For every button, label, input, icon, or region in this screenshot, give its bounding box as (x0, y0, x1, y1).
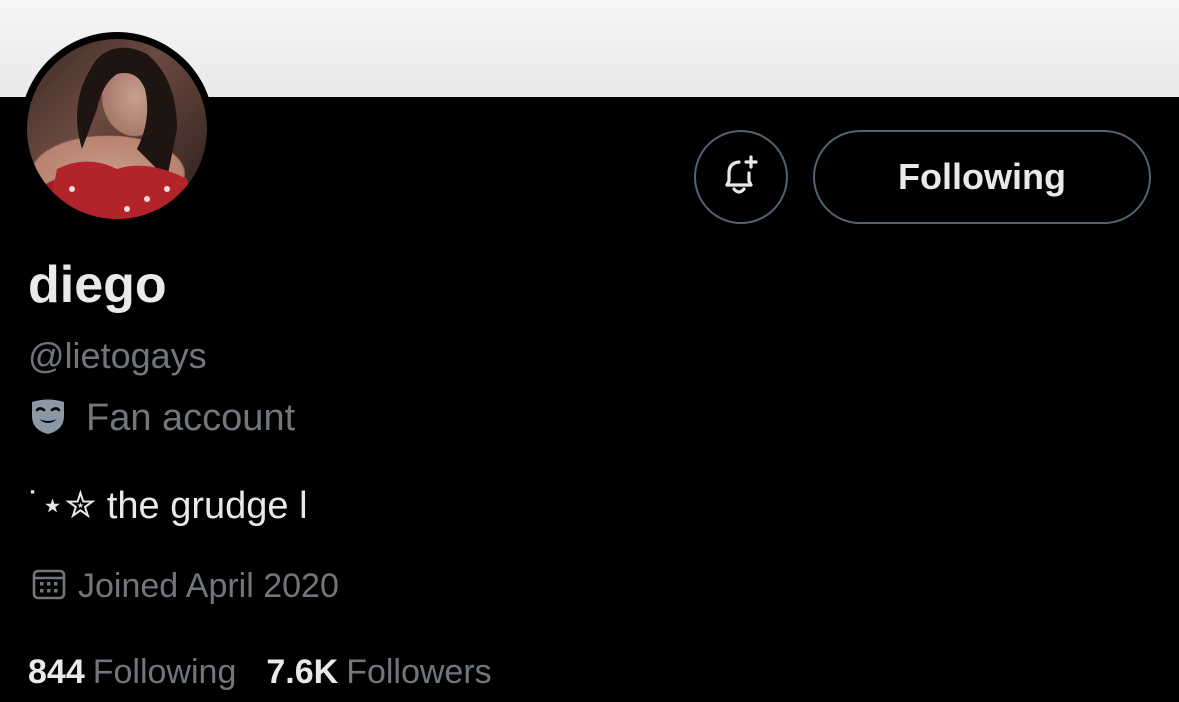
avatar[interactable] (20, 32, 214, 226)
following-label: Following (92, 652, 237, 691)
avatar-photo (47, 47, 197, 219)
followers-stat[interactable]: 7.6K Followers (266, 653, 491, 692)
following-button[interactable]: Following (813, 130, 1151, 224)
profile-bio: ˙⋆✮ the grudge l (28, 485, 308, 527)
theater-masks-icon (28, 396, 68, 441)
calendar-icon (32, 567, 66, 606)
account-label-text: Fan account (86, 396, 296, 439)
avatar-image (27, 39, 207, 219)
followers-count: 7.6K (266, 652, 339, 691)
following-stat[interactable]: 844 Following (28, 653, 236, 692)
account-label: Fan account (28, 396, 295, 440)
follow-stats: 844 Following 7.6K Followers (28, 650, 522, 694)
join-date: Joined April 2020 (32, 564, 339, 608)
followers-label: Followers (346, 652, 492, 691)
following-count: 844 (28, 652, 85, 691)
display-name: diego (28, 256, 167, 314)
join-date-text: Joined April 2020 (78, 566, 339, 605)
notifications-button[interactable] (694, 130, 788, 224)
bell-plus-icon (719, 153, 763, 202)
username-handle: @lietogays (28, 335, 207, 376)
following-button-label: Following (898, 156, 1066, 197)
